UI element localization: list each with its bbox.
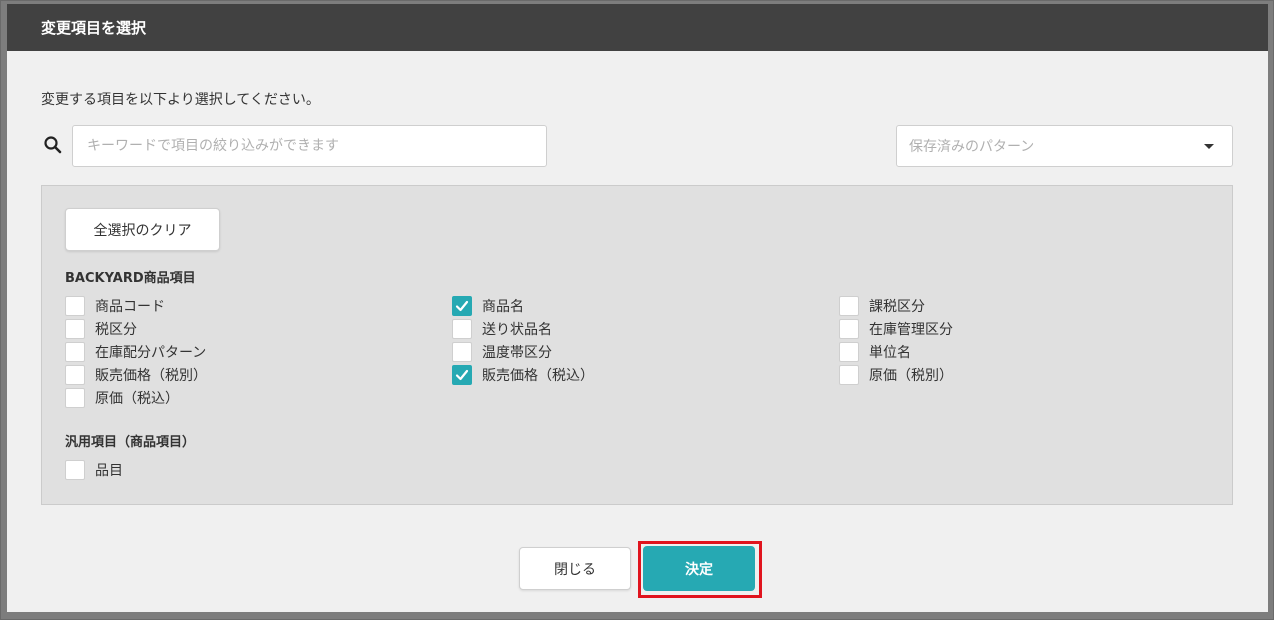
checkbox-item[interactable]: 課税区分: [839, 294, 953, 317]
confirm-button[interactable]: 決定: [643, 546, 755, 591]
check-icon: [455, 300, 469, 311]
saved-pattern-select[interactable]: 保存済みのパターン: [896, 125, 1233, 167]
checkbox-item[interactable]: 原価（税込）: [65, 386, 207, 409]
checkbox-label: 商品名: [482, 298, 524, 315]
checkbox-label: 在庫管理区分: [869, 321, 953, 338]
dialog-header: 変更項目を選択: [7, 4, 1268, 51]
dialog-instruction: 変更する項目を以下より選択してください。: [41, 92, 320, 108]
checkbox-column-generic: 品目: [65, 458, 123, 481]
checkbox-item[interactable]: 送り状品名: [452, 317, 594, 340]
checkbox-item[interactable]: 単位名: [839, 340, 953, 363]
group-title-backyard: BACKYARD商品項目: [65, 271, 196, 286]
clear-selection-button[interactable]: 全選択のクリア: [65, 208, 220, 251]
caret-down-icon: [1204, 144, 1214, 149]
checkbox-item[interactable]: 在庫管理区分: [839, 317, 953, 340]
checkbox-label: 温度帯区分: [482, 344, 552, 361]
checkbox-label: 販売価格（税別）: [95, 367, 207, 384]
checkbox-label: 税区分: [95, 321, 137, 338]
checkbox-unchecked[interactable]: [452, 318, 472, 339]
checkbox-unchecked[interactable]: [65, 341, 85, 362]
checkbox-label: 在庫配分パターン: [95, 344, 207, 361]
checkbox-label: 原価（税別）: [869, 367, 953, 384]
checkbox-item[interactable]: 原価（税別）: [839, 363, 953, 386]
select-fields-dialog: 変更項目を選択 変更する項目を以下より選択してください。 保存済みのパターン 全…: [7, 4, 1268, 612]
checkbox-column-2: 商品名送り状品名温度帯区分販売価格（税込）: [452, 294, 594, 386]
checkbox-item[interactable]: 販売価格（税別）: [65, 363, 207, 386]
checkbox-unchecked[interactable]: [65, 295, 85, 316]
checkbox-label: 原価（税込）: [95, 390, 179, 407]
checkbox-checked[interactable]: [452, 364, 472, 385]
checkbox-item[interactable]: 温度帯区分: [452, 340, 594, 363]
checkbox-unchecked[interactable]: [839, 341, 859, 362]
checkbox-unchecked[interactable]: [839, 364, 859, 385]
checkbox-item[interactable]: 販売価格（税込）: [452, 363, 594, 386]
dialog-title: 変更項目を選択: [41, 19, 147, 37]
checkbox-checked[interactable]: [452, 295, 472, 316]
checkbox-unchecked[interactable]: [65, 364, 85, 385]
checkbox-label: 商品コード: [95, 298, 165, 315]
checkbox-label: 単位名: [869, 344, 911, 361]
checkbox-label: 送り状品名: [482, 321, 552, 338]
keyword-search-input[interactable]: [72, 125, 547, 167]
saved-pattern-placeholder: 保存済みのパターン: [909, 139, 1035, 155]
checkbox-item[interactable]: 品目: [65, 458, 123, 481]
checkbox-unchecked[interactable]: [839, 295, 859, 316]
group-title-generic: 汎用項目（商品項目）: [65, 435, 196, 450]
checkbox-label: 課税区分: [869, 298, 925, 315]
checkbox-item[interactable]: 税区分: [65, 317, 207, 340]
checkbox-unchecked[interactable]: [65, 318, 85, 339]
checkbox-item[interactable]: 商品名: [452, 294, 594, 317]
checkbox-item[interactable]: 商品コード: [65, 294, 207, 317]
checkbox-unchecked[interactable]: [65, 459, 85, 480]
checkbox-unchecked[interactable]: [452, 341, 472, 362]
close-button[interactable]: 閉じる: [519, 547, 631, 590]
field-items-panel: 全選択のクリア BACKYARD商品項目 商品コード 税区分 在庫配分パターン 販売価…: [41, 185, 1233, 505]
checkbox-item[interactable]: 在庫配分パターン: [65, 340, 207, 363]
checkbox-unchecked[interactable]: [65, 387, 85, 408]
checkbox-column-3: 課税区分在庫管理区分 単位名原価（税別）: [839, 294, 953, 386]
checkbox-label: 品目: [95, 462, 123, 479]
checkbox-unchecked[interactable]: [839, 318, 859, 339]
checkbox-column-1: 商品コード税区分在庫配分パターン 販売価格（税別） 原価（税込）: [65, 294, 207, 409]
check-icon: [455, 369, 469, 380]
search-icon: [43, 135, 63, 155]
checkbox-label: 販売価格（税込）: [482, 367, 594, 384]
